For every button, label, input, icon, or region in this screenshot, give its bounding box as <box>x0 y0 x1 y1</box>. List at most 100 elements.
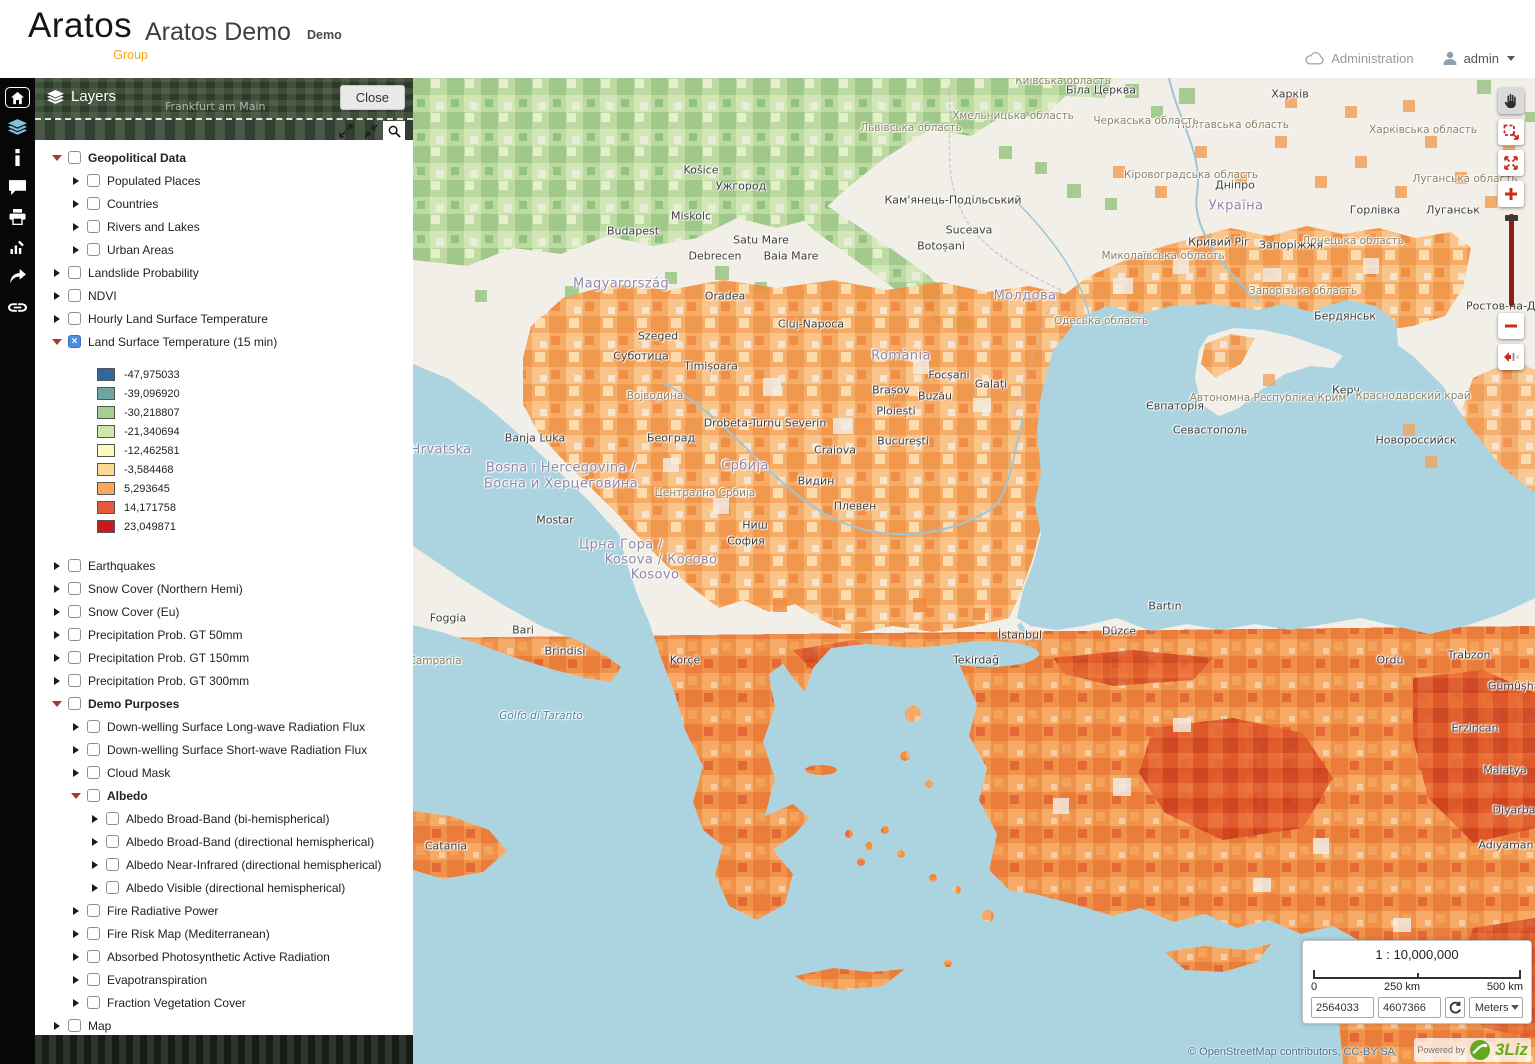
layer-label[interactable]: Albedo Broad-Band (directional hemispher… <box>126 835 374 849</box>
zoom-in-button[interactable] <box>1498 181 1524 207</box>
layer-item[interactable]: Fire Risk Map (Mediterranean) <box>35 922 413 945</box>
layer-label[interactable]: Landslide Probability <box>88 266 199 280</box>
collapse-arrow-icon[interactable] <box>52 339 62 345</box>
attribution-link[interactable]: © OpenStreetMap contributors, CC-BY-SA <box>1188 1046 1395 1058</box>
layer-label[interactable]: Albedo Near-Infrared (directional hemisp… <box>126 858 381 872</box>
layer-item[interactable]: Albedo Broad-Band (bi-hemispherical) <box>35 807 413 830</box>
expand-arrow-icon[interactable] <box>73 246 79 254</box>
layer-item[interactable]: Demo Purposes <box>35 692 413 715</box>
collapse-arrow-icon[interactable] <box>71 793 81 799</box>
layer-checkbox[interactable] <box>87 743 100 756</box>
layer-item[interactable]: Absorbed Photosynthetic Active Radiation <box>35 945 413 968</box>
layer-item[interactable]: Map <box>35 1014 413 1035</box>
layers-button[interactable] <box>0 112 35 142</box>
layer-label[interactable]: NDVI <box>88 289 117 303</box>
layer-checkbox[interactable] <box>68 312 81 325</box>
layer-label[interactable]: Fire Risk Map (Mediterranean) <box>107 927 270 941</box>
expand-arrow-icon[interactable] <box>54 1022 60 1030</box>
layer-checkbox[interactable] <box>87 197 100 210</box>
layer-checkbox[interactable] <box>68 266 81 279</box>
expand-arrow-icon[interactable] <box>54 292 60 300</box>
layer-label[interactable]: Snow Cover (Eu) <box>88 605 179 619</box>
layer-item[interactable]: Albedo Near-Infrared (directional hemisp… <box>35 853 413 876</box>
layer-checkbox[interactable] <box>68 605 81 618</box>
expand-arrow-icon[interactable] <box>73 976 79 984</box>
layer-checkbox[interactable] <box>87 996 100 1009</box>
coordinate-x-input[interactable] <box>1311 997 1374 1018</box>
zoom-slider[interactable] <box>1509 214 1514 306</box>
expand-arrow-icon[interactable] <box>54 608 60 616</box>
layer-item[interactable]: Populated Places <box>35 169 413 192</box>
expand-arrow-icon[interactable] <box>54 654 60 662</box>
expand-arrow-icon[interactable] <box>73 930 79 938</box>
expand-arrow-icon[interactable] <box>92 884 98 892</box>
expand-arrow-icon[interactable] <box>73 177 79 185</box>
layer-label[interactable]: Albedo <box>107 789 148 803</box>
layer-checkbox[interactable] <box>68 559 81 572</box>
layer-item[interactable]: Fraction Vegetation Cover <box>35 991 413 1014</box>
zoom-out-button[interactable] <box>1498 313 1524 339</box>
layer-item[interactable]: Fire Radiative Power <box>35 899 413 922</box>
layer-item[interactable]: Albedo Broad-Band (directional hemispher… <box>35 830 413 853</box>
layer-item[interactable]: Snow Cover (Eu) <box>35 600 413 623</box>
expand-arrow-icon[interactable] <box>73 907 79 915</box>
layer-label[interactable]: Absorbed Photosynthetic Active Radiation <box>107 950 330 964</box>
layer-label[interactable]: Evapotranspiration <box>107 973 207 987</box>
close-button[interactable]: Close <box>340 85 405 110</box>
layer-item[interactable]: Albedo Visible (directional hemispherica… <box>35 876 413 899</box>
layer-item[interactable]: Urban Areas <box>35 238 413 261</box>
expand-arrow-icon[interactable] <box>54 315 60 323</box>
permalink-button[interactable] <box>0 292 35 322</box>
expand-arrow-icon[interactable] <box>54 677 60 685</box>
layer-item[interactable]: NDVI <box>35 284 413 307</box>
zoom-slider-handle[interactable] <box>1505 215 1518 221</box>
layer-checkbox[interactable] <box>68 151 81 164</box>
layer-item[interactable]: Snow Cover (Northern Hemi) <box>35 577 413 600</box>
layer-checkbox[interactable] <box>106 858 119 871</box>
layer-label[interactable]: Fire Radiative Power <box>107 904 218 918</box>
layer-label[interactable]: Land Surface Temperature (15 min) <box>88 335 277 349</box>
expand-arrow-icon[interactable] <box>73 200 79 208</box>
brand-label[interactable]: 3Liz <box>1495 1040 1528 1060</box>
layer-label[interactable]: Snow Cover (Northern Hemi) <box>88 582 243 596</box>
message-button[interactable] <box>0 172 35 202</box>
layer-label[interactable]: Demo Purposes <box>88 697 179 711</box>
map-canvas[interactable] <box>413 78 1535 1064</box>
layer-label[interactable]: Geopolitical Data <box>88 151 186 165</box>
layer-checkbox[interactable] <box>87 789 100 802</box>
layer-item[interactable]: Hourly Land Surface Temperature <box>35 307 413 330</box>
zoom-extent-button[interactable] <box>1498 150 1524 176</box>
layer-checkbox[interactable] <box>87 904 100 917</box>
layer-item[interactable]: Precipitation Prob. GT 50mm <box>35 623 413 646</box>
layer-item[interactable]: Evapotranspiration <box>35 968 413 991</box>
layer-checkbox[interactable] <box>68 582 81 595</box>
layer-checkbox[interactable] <box>87 927 100 940</box>
layer-item[interactable]: Precipitation Prob. GT 300mm <box>35 669 413 692</box>
print-button[interactable] <box>0 202 35 232</box>
layer-label[interactable]: Earthquakes <box>88 559 155 573</box>
layer-label[interactable]: Fraction Vegetation Cover <box>107 996 246 1010</box>
layer-item[interactable]: Geopolitical Data <box>35 146 413 169</box>
layer-checkbox[interactable] <box>87 973 100 986</box>
layer-item[interactable]: Precipitation Prob. GT 150mm <box>35 646 413 669</box>
layer-label[interactable]: Down-welling Surface Short-wave Radiatio… <box>107 743 367 757</box>
expand-arrow-icon[interactable] <box>92 861 98 869</box>
expand-arrow-icon[interactable] <box>73 746 79 754</box>
administration-link[interactable]: Administration <box>1305 51 1413 66</box>
layer-checkbox[interactable] <box>87 950 100 963</box>
coordinate-y-input[interactable] <box>1378 997 1441 1018</box>
layer-item[interactable]: Earthquakes <box>35 554 413 577</box>
layer-checkbox[interactable] <box>68 651 81 664</box>
refresh-button[interactable] <box>1445 997 1465 1018</box>
expand-arrow-icon[interactable] <box>73 999 79 1007</box>
3liz-logo-icon[interactable] <box>1469 1039 1491 1061</box>
layer-label[interactable]: Map <box>88 1019 111 1033</box>
zoom-box-button[interactable] <box>1498 119 1524 145</box>
layer-item[interactable]: Albedo <box>35 784 413 807</box>
layer-checkbox[interactable] <box>106 835 119 848</box>
expand-arrow-icon[interactable] <box>73 223 79 231</box>
expand-arrow-icon[interactable] <box>92 838 98 846</box>
layer-checkbox[interactable] <box>68 1019 81 1032</box>
info-button[interactable] <box>0 142 35 172</box>
layer-item[interactable]: Landslide Probability <box>35 261 413 284</box>
